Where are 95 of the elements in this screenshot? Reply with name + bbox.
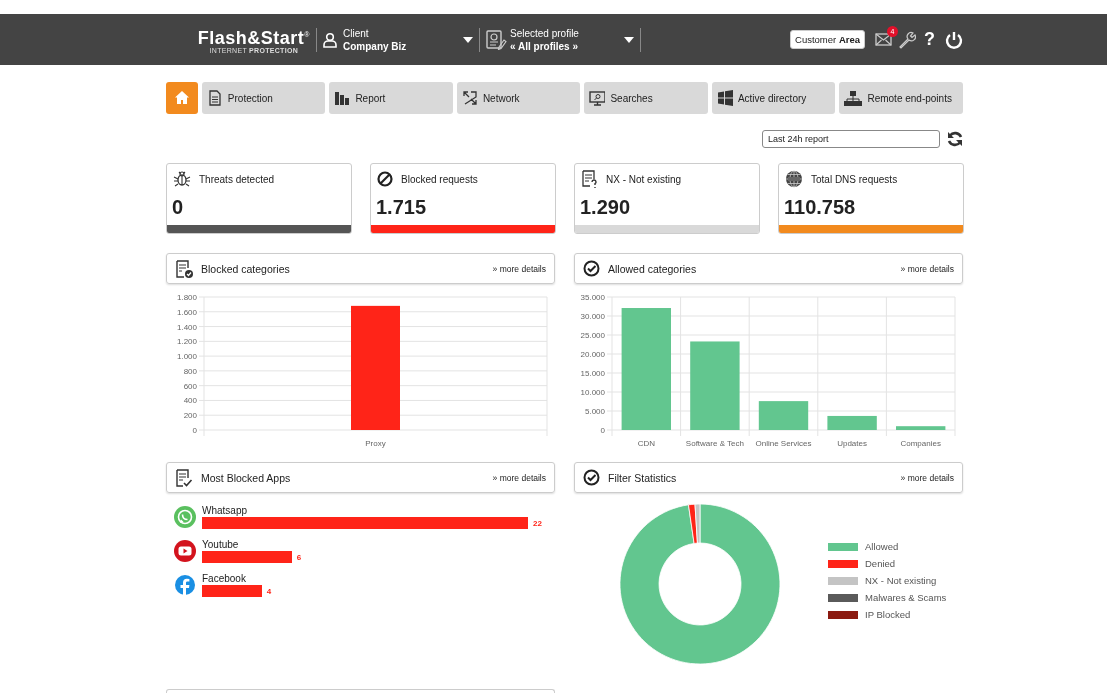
nav-tab[interactable]: Remote end-points bbox=[839, 82, 963, 114]
chart-bar bbox=[827, 415, 877, 430]
play-icon bbox=[174, 540, 196, 562]
axis-tick-label: 30.000 bbox=[580, 312, 605, 321]
legend-label: Denied bbox=[865, 558, 896, 569]
axis-tick-label: 1.200 bbox=[176, 337, 197, 347]
list-check-icon bbox=[175, 468, 193, 487]
ban-icon bbox=[377, 171, 393, 187]
panel-title: Blocked categories bbox=[201, 262, 291, 275]
more-details-link[interactable]: » more details bbox=[900, 263, 954, 274]
refresh-icon[interactable] bbox=[947, 131, 963, 147]
app-name: Youtube bbox=[202, 539, 240, 551]
nav-tab[interactable]: Report bbox=[329, 82, 453, 114]
document-check-icon bbox=[175, 259, 193, 278]
client-label: Client bbox=[343, 26, 370, 40]
panel-title: Most Blocked Apps bbox=[201, 471, 292, 484]
axis-tick-label: 1.600 bbox=[176, 307, 197, 317]
stat-value: 1.715 bbox=[376, 196, 427, 218]
panel-title: Allowed categories bbox=[608, 262, 698, 275]
chart-bar bbox=[896, 426, 946, 430]
chat-bubble-icon bbox=[174, 506, 196, 528]
axis-tick-label: 200 bbox=[183, 411, 197, 421]
social-logo-icon bbox=[174, 574, 196, 596]
axis-tick-label: 35.000 bbox=[580, 293, 605, 302]
more-details-link[interactable]: » more details bbox=[492, 472, 546, 483]
profile-label: Selected profile bbox=[510, 26, 579, 40]
caret-down-icon[interactable] bbox=[624, 36, 634, 43]
stat-label: Threats detected bbox=[199, 173, 275, 185]
chart-bar bbox=[758, 401, 809, 430]
app-count: 22 bbox=[533, 518, 542, 528]
axis-tick-label: 600 bbox=[183, 381, 197, 391]
legend-label: IP Blocked bbox=[865, 609, 911, 620]
more-details-link[interactable]: » more details bbox=[900, 472, 954, 483]
stat-label: NX - Not existing bbox=[606, 173, 682, 185]
stat-label: Blocked requests bbox=[401, 173, 478, 185]
help-button[interactable]: ? bbox=[924, 29, 935, 50]
axis-tick-label: 15.000 bbox=[580, 369, 605, 378]
axis-tick-label: 0 bbox=[192, 426, 197, 435]
nav-tab[interactable]: Searches bbox=[584, 82, 708, 114]
wrench-icon[interactable] bbox=[898, 30, 916, 49]
bar-chart-icon bbox=[334, 90, 351, 106]
category-label: Companies bbox=[900, 439, 941, 448]
category-label: CDN bbox=[637, 439, 655, 448]
stat-value: 0 bbox=[172, 196, 184, 218]
profile-name[interactable]: « All profiles » bbox=[510, 39, 579, 53]
axis-tick-label: 5.000 bbox=[584, 407, 605, 416]
stat-value: 1.290 bbox=[580, 196, 631, 218]
user-icon bbox=[323, 31, 337, 48]
power-icon[interactable] bbox=[945, 30, 963, 49]
check-circle-icon bbox=[583, 260, 600, 277]
axis-tick-label: 1.800 bbox=[176, 293, 197, 302]
app-name: Whatsapp bbox=[202, 505, 249, 517]
windows-icon bbox=[716, 90, 733, 106]
nav-tab[interactable]: Network bbox=[456, 82, 581, 114]
axis-tick-label: 20.000 bbox=[580, 350, 605, 359]
app-count: 6 bbox=[296, 552, 302, 562]
mail-icon[interactable] bbox=[875, 33, 892, 46]
check-circle-icon bbox=[583, 469, 600, 486]
legend-label: Malwares & Scams bbox=[865, 592, 947, 603]
app-name: Facebook bbox=[202, 573, 247, 585]
axis-tick-label: 10.000 bbox=[580, 388, 605, 397]
globe-icon bbox=[785, 170, 803, 188]
more-details-link[interactable]: » more details bbox=[492, 263, 546, 274]
monitor-icon bbox=[589, 90, 606, 106]
logo-text: Flash&Start$^{®}$ bbox=[197, 26, 310, 47]
nav-tab[interactable]: Active directory bbox=[711, 82, 836, 114]
stat-label: Total DNS requests bbox=[811, 173, 898, 185]
client-name[interactable]: Company Biz bbox=[343, 39, 407, 53]
customer-area-button[interactable]: Customer Area bbox=[790, 30, 865, 49]
axis-tick-label: 0 bbox=[600, 426, 605, 435]
panel-title: Filter Statistics bbox=[608, 471, 678, 484]
app-count: 4 bbox=[266, 586, 272, 596]
axis-tick-label: 400 bbox=[183, 396, 197, 406]
category-label: Software & Tech bbox=[685, 439, 744, 448]
bug-icon bbox=[173, 170, 191, 188]
axis-tick-label: 800 bbox=[183, 366, 197, 376]
axis-tick-label: 25.000 bbox=[580, 331, 605, 340]
axis-tick-label: 1.000 bbox=[176, 352, 197, 362]
document-icon bbox=[206, 90, 223, 106]
caret-down-icon[interactable] bbox=[463, 36, 473, 43]
arrows-icon bbox=[461, 90, 478, 106]
legend-label: Allowed bbox=[865, 541, 899, 552]
legend-label: NX - Not existing bbox=[865, 575, 937, 586]
network-icon bbox=[844, 90, 863, 106]
category-label: Proxy bbox=[365, 439, 386, 448]
home-icon bbox=[173, 90, 190, 106]
stat-value: 110.758 bbox=[784, 196, 856, 218]
axis-tick-label: 1.400 bbox=[176, 322, 197, 332]
profile-document-icon bbox=[486, 29, 507, 50]
report-period-select[interactable]: Last 24h report bbox=[762, 130, 940, 148]
nav-tab[interactable]: Protection bbox=[201, 82, 326, 114]
document-question-icon bbox=[581, 170, 598, 188]
category-label: Updates bbox=[837, 439, 867, 448]
app-bar bbox=[202, 585, 262, 597]
category-label: Online Services bbox=[755, 439, 812, 448]
